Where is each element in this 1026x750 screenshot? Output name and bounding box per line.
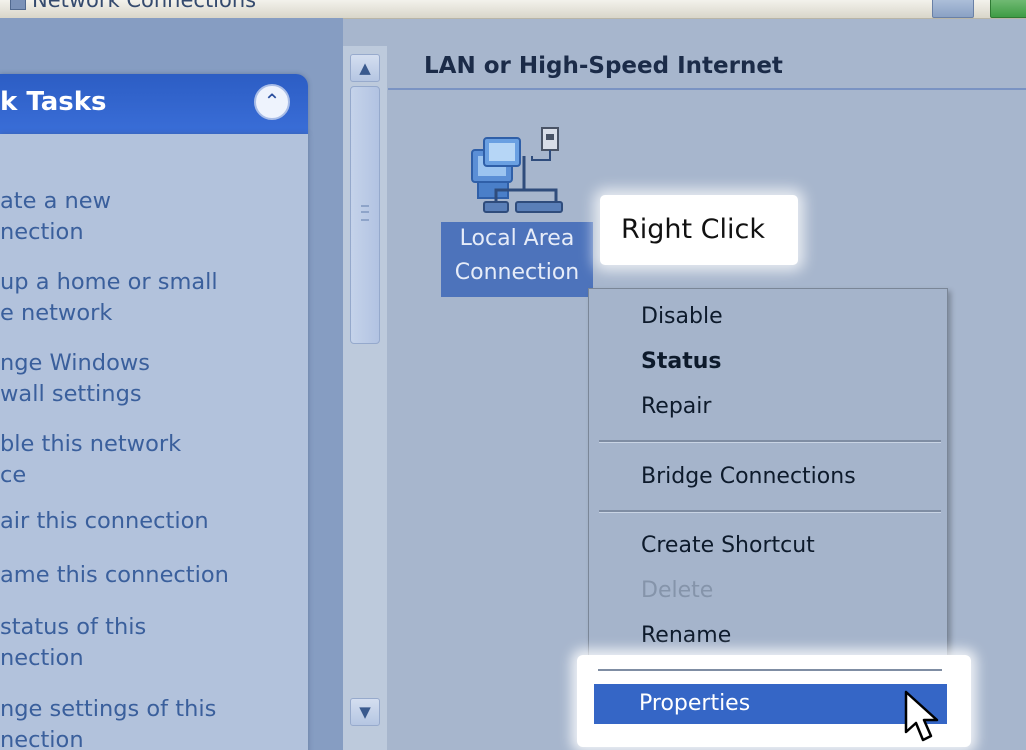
menu-item-create-shortcut[interactable]: Create Shortcut (641, 533, 815, 558)
network-connection-icon[interactable] (466, 126, 566, 216)
menu-item-delete: Delete (641, 578, 714, 603)
task-view-status[interactable]: status of this nection (0, 612, 300, 674)
network-tasks-list: ate a new nection up a home or small e n… (0, 134, 308, 750)
network-connections-icon (10, 0, 26, 10)
menu-item-properties[interactable]: Properties (594, 684, 947, 724)
toolbar-button[interactable] (932, 0, 974, 18)
scrollbar-thumb[interactable] (350, 86, 380, 344)
task-change-settings[interactable]: nge settings of this nection (0, 694, 300, 750)
task-disable-device[interactable]: ble this network ce (0, 429, 300, 491)
window-title: Network Connections (32, 0, 257, 12)
menu-item-repair[interactable]: Repair (641, 394, 711, 419)
local-area-connection-label[interactable]: Local Area Connection (441, 222, 593, 297)
right-click-callout: Right Click (600, 195, 798, 265)
menu-separator (599, 510, 941, 513)
task-pane: k Tasks ⌃ ate a new nection up a home or… (0, 18, 343, 750)
task-repair-connection[interactable]: air this connection (0, 506, 300, 537)
task-create-connection[interactable]: ate a new nection (0, 186, 300, 248)
vertical-scrollbar[interactable]: ▲ ▼ (343, 46, 387, 750)
network-tasks-title: k Tasks (0, 87, 107, 117)
task-rename-connection[interactable]: ame this connection (0, 560, 300, 591)
collapse-chevron-icon[interactable]: ⌃ (254, 84, 290, 120)
chevron-down-icon[interactable]: ▼ (350, 698, 380, 726)
menu-item-rename[interactable]: Rename (641, 623, 731, 648)
menu-item-disable[interactable]: Disable (641, 304, 723, 329)
menu-item-status[interactable]: Status (641, 349, 721, 374)
network-tasks-header[interactable]: k Tasks ⌃ (0, 74, 308, 134)
menu-separator (599, 440, 941, 443)
task-change-firewall[interactable]: nge Windows wall settings (0, 348, 300, 410)
group-header: LAN or High-Speed Internet (424, 53, 783, 79)
task-setup-network[interactable]: up a home or small e network (0, 267, 300, 329)
mouse-pointer-icon (904, 690, 939, 742)
menu-separator (598, 669, 942, 671)
chevron-up-icon[interactable]: ▲ (350, 54, 380, 82)
grip-icon (361, 205, 369, 221)
go-button[interactable] (990, 0, 1026, 18)
window-titlebar: Network Connections (0, 0, 1026, 19)
group-divider (388, 88, 1026, 90)
menu-item-bridge-connections[interactable]: Bridge Connections (641, 464, 856, 489)
